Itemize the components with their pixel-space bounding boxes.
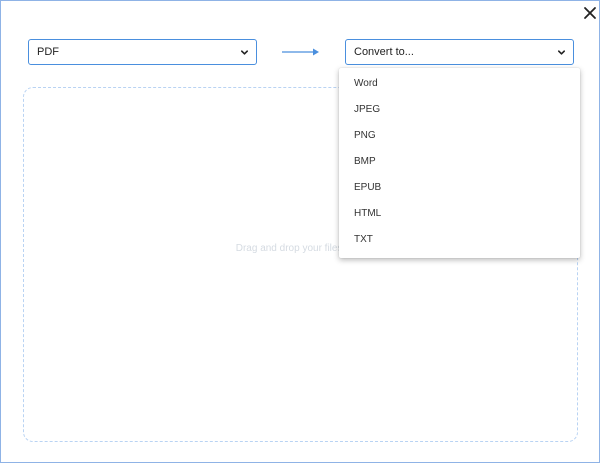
close-icon	[584, 7, 596, 19]
menu-item-txt[interactable]: TXT	[339, 227, 580, 253]
menu-item-jpeg[interactable]: JPEG	[339, 97, 580, 123]
chevron-down-icon	[240, 50, 249, 55]
menu-item-epub[interactable]: EPUB	[339, 175, 580, 201]
target-format-select[interactable]: Convert to...	[345, 39, 574, 65]
target-format-menu: Word JPEG PNG BMP EPUB HTML TXT	[339, 68, 580, 258]
menu-item-html[interactable]: HTML	[339, 201, 580, 227]
source-format-select[interactable]: PDF	[28, 39, 257, 65]
chevron-down-icon	[557, 50, 566, 55]
close-button[interactable]	[580, 3, 600, 23]
menu-item-word[interactable]: Word	[339, 71, 580, 97]
menu-item-png[interactable]: PNG	[339, 123, 580, 149]
menu-item-bmp[interactable]: BMP	[339, 149, 580, 175]
source-format-value: PDF	[37, 46, 59, 58]
arrow-right-icon	[282, 48, 319, 56]
target-format-placeholder: Convert to...	[354, 46, 414, 58]
converter-window: PDF Convert to... Drag and drop your fil…	[0, 0, 600, 463]
